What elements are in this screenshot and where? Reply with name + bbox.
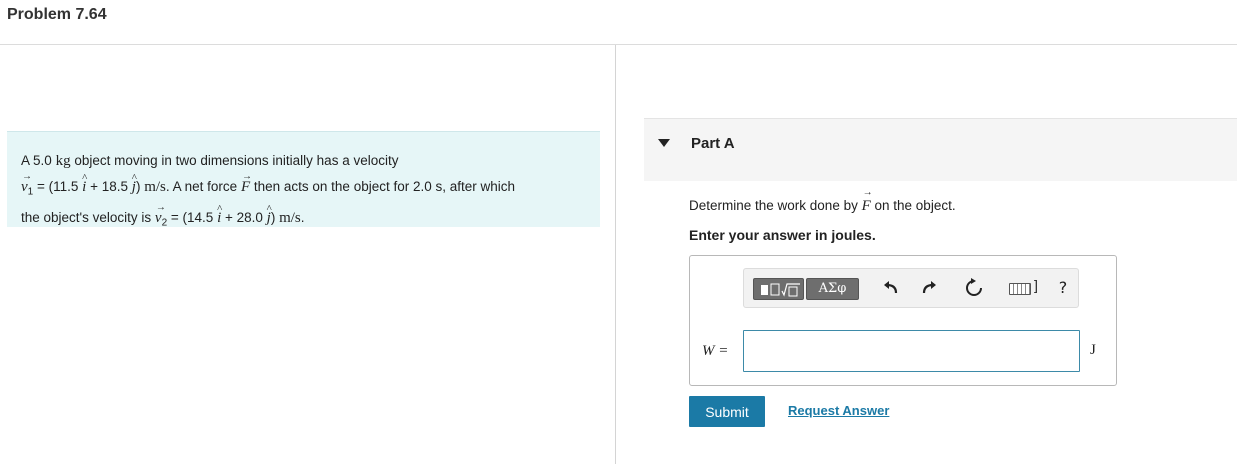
help-icon[interactable]: ? bbox=[1050, 275, 1076, 301]
force-symbol: F bbox=[241, 164, 252, 200]
reset-icon[interactable] bbox=[961, 275, 987, 301]
question-text: Determine the work done by F on the obje… bbox=[689, 187, 956, 215]
answer-instruction: Enter your answer in joules. bbox=[689, 227, 876, 243]
problem-text: . A net force bbox=[165, 179, 241, 194]
column-divider bbox=[615, 45, 616, 464]
mass-unit: kg bbox=[55, 153, 71, 169]
v2-x-value: 14.5 bbox=[187, 209, 214, 225]
v1-y-value: 18.5 bbox=[101, 179, 129, 194]
v2-symbol: v bbox=[155, 195, 165, 231]
v1-symbol: v bbox=[21, 164, 31, 200]
top-bar: Problem 7.64 bbox=[0, 0, 1237, 45]
problem-line-3: the object's velocity is v2 = (14.5 i + … bbox=[21, 195, 586, 236]
force-symbol: F bbox=[862, 187, 873, 215]
greek-icon[interactable]: ΑΣφ bbox=[806, 278, 859, 300]
problem-text: object moving in two dimensions initiall… bbox=[70, 153, 399, 168]
page-title: Problem 7.64 bbox=[7, 6, 107, 23]
templates-icon[interactable] bbox=[753, 278, 804, 300]
answer-input[interactable] bbox=[743, 330, 1080, 372]
submit-button[interactable]: Submit bbox=[689, 396, 765, 427]
velocity-unit: m/s bbox=[279, 209, 301, 226]
problem-text: then acts on the object for 2.0 s, after… bbox=[250, 179, 516, 194]
problem-line-2: v1 = (11.5 i + 18.5 j) m/s. A net force … bbox=[21, 164, 586, 205]
i-hat: i bbox=[217, 197, 222, 231]
problem-text: the object's velocity is bbox=[21, 209, 155, 225]
answer-area: ΑΣφ ] ? W = J bbox=[689, 255, 1117, 386]
problem-statement: A 5.0 kg object moving in two dimensions… bbox=[7, 131, 600, 228]
undo-icon[interactable] bbox=[878, 275, 904, 301]
mass-value: 5.0 bbox=[33, 153, 52, 168]
velocity-unit: m/s bbox=[144, 179, 166, 195]
v2-y-value: 28.0 bbox=[236, 209, 263, 225]
problem-line-1: A 5.0 kg object moving in two dimensions… bbox=[21, 148, 586, 174]
part-a-header[interactable]: Part A bbox=[644, 118, 1237, 181]
i-hat: i bbox=[82, 166, 87, 200]
v1-x-value: 11.5 bbox=[53, 179, 79, 194]
part-label: Part A bbox=[691, 135, 735, 152]
keyboard-icon[interactable] bbox=[1009, 283, 1031, 295]
keyboard-bracket-icon: ] bbox=[1034, 277, 1038, 293]
j-hat: j bbox=[267, 197, 272, 231]
j-hat: j bbox=[132, 166, 137, 200]
redo-icon[interactable] bbox=[916, 275, 942, 301]
unit-label: J bbox=[1090, 342, 1096, 358]
request-answer-link[interactable]: Request Answer bbox=[788, 403, 889, 418]
math-toolbar: ΑΣφ ] ? bbox=[743, 268, 1079, 308]
variable-label: W = bbox=[702, 343, 729, 359]
caret-down-icon[interactable] bbox=[658, 139, 670, 147]
